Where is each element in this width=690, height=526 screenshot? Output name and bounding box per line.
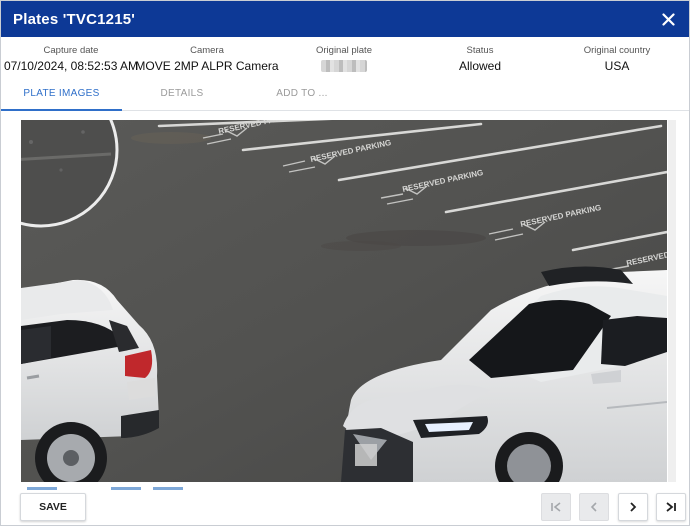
tab-add-to[interactable]: ADD TO ... [242,85,362,111]
plate-metadata: Capture date 07/10/2024, 08:52:53 AM Cam… [1,45,689,85]
first-page-button[interactable] [541,493,571,521]
close-icon [661,12,675,26]
plate-dialog: Plates 'TVC1215' Capture date 07/10/2024… [0,0,690,526]
image-scrollbar[interactable] [668,120,676,482]
first-page-icon [551,502,561,512]
tab-plate-images[interactable]: PLATE IMAGES [1,85,122,111]
capture-date-value: 07/10/2024, 08:52:53 AM [3,59,139,73]
last-page-button[interactable] [656,493,686,521]
dialog-titlebar: Plates 'TVC1215' [1,1,689,37]
original-country-label: Original country [583,45,651,56]
camera-label: Camera [190,45,224,56]
vehicle-plate-redacted [355,444,377,466]
dialog-footer: SAVE [1,490,689,526]
camera-field: Camera MOVE 2MP ALPR Camera [133,45,281,75]
close-button[interactable] [659,10,677,28]
original-plate-label: Original plate [316,45,372,56]
capture-date-field: Capture date 07/10/2024, 08:52:53 AM [1,45,141,75]
plate-capture-image: RESERVED PARKING RESERVED PARKING RESERV… [21,120,667,482]
previous-button[interactable] [579,493,609,521]
tab-bar: PLATE IMAGES DETAILS ADD TO ... [1,85,689,111]
previous-icon [590,502,597,512]
capture-date-label: Capture date [43,45,99,56]
status-field: Status Allowed [431,45,529,75]
original-country-field: Original country USA [567,45,667,75]
save-button[interactable]: SAVE [20,493,86,521]
last-page-icon [666,502,676,512]
original-country-value: USA [604,59,630,73]
status-value: Allowed [458,59,502,73]
original-plate-redacted [321,60,367,72]
status-label: Status [466,45,494,56]
tab-details[interactable]: DETAILS [122,85,242,111]
camera-value: MOVE 2MP ALPR Camera [135,59,279,73]
next-icon [630,502,637,512]
next-button[interactable] [618,493,648,521]
original-plate-field: Original plate [294,45,394,77]
dialog-title: Plates 'TVC1215' [13,10,136,28]
